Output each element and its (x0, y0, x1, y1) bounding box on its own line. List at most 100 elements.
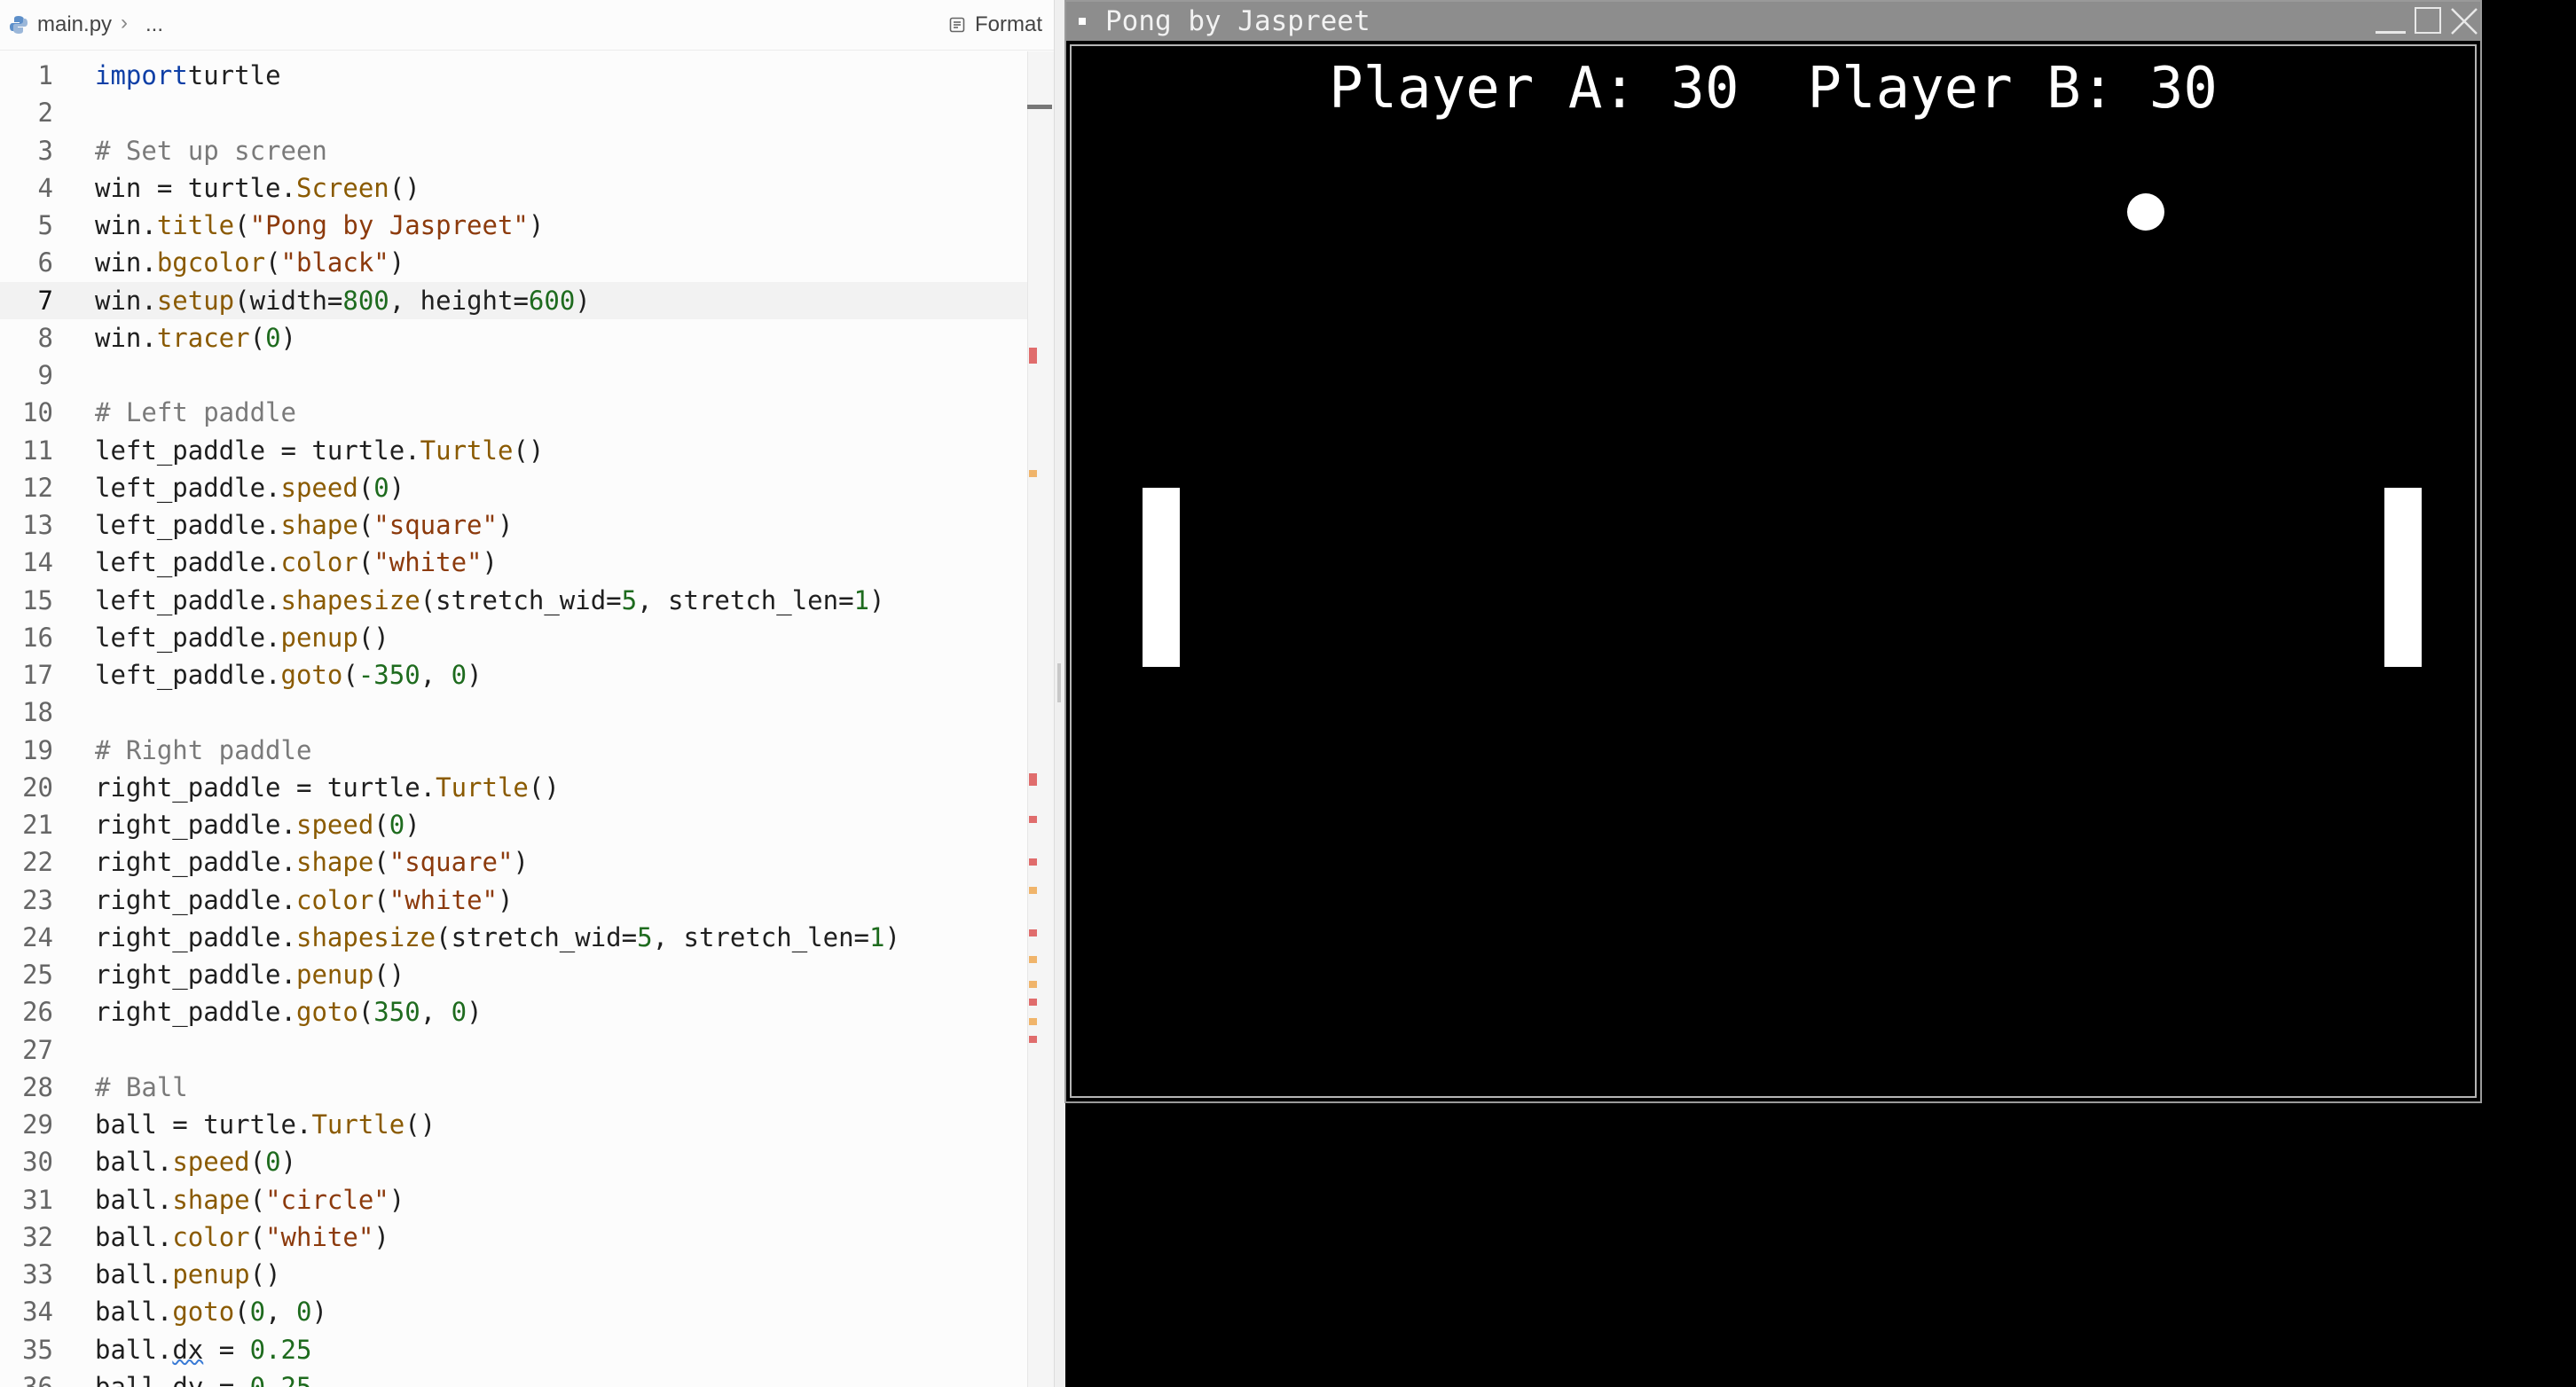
code-line[interactable]: 9 (0, 357, 1027, 394)
scroll-thumb[interactable] (1027, 105, 1052, 109)
line-number[interactable]: 34 (0, 1293, 53, 1330)
code-line[interactable]: 3 # Set up screen (0, 132, 1027, 169)
code-token: dy (172, 1371, 204, 1387)
code-line[interactable]: 25 right_paddle.penup() (0, 956, 1027, 993)
line-number[interactable]: 10 (0, 394, 53, 431)
line-number[interactable]: 24 (0, 919, 53, 956)
window-menu-icon[interactable] (1079, 18, 1086, 25)
line-number[interactable]: 18 (0, 694, 53, 731)
editor-scrollbar[interactable] (1027, 51, 1054, 1387)
line-number[interactable]: 1 (0, 57, 53, 94)
line-number[interactable]: 32 (0, 1219, 53, 1256)
line-number[interactable]: 7 (0, 282, 53, 319)
line-number[interactable]: 16 (0, 619, 53, 656)
line-number[interactable]: 4 (0, 169, 53, 207)
code-line[interactable]: 15 left_paddle.shapesize(stretch_wid=5, s… (0, 582, 1027, 619)
code-token: right_paddle. (95, 960, 296, 990)
line-number[interactable]: 11 (0, 432, 53, 469)
line-number[interactable]: 2 (0, 94, 53, 131)
line-number[interactable]: 33 (0, 1256, 53, 1293)
maximize-button[interactable] (2415, 7, 2441, 34)
minimize-button[interactable] (2376, 9, 2406, 35)
code-line[interactable]: 35 ball.dx = 0.25 (0, 1331, 1027, 1368)
code-line[interactable]: 14 left_paddle.color("white") (0, 544, 1027, 581)
line-number[interactable]: 26 (0, 993, 53, 1030)
line-number[interactable]: 5 (0, 207, 53, 244)
line-number[interactable]: 29 (0, 1106, 53, 1143)
code-line[interactable]: 12 left_paddle.speed(0) (0, 469, 1027, 506)
file-name[interactable]: main.py (37, 12, 112, 37)
code-line[interactable]: 31 ball.shape("circle") (0, 1181, 1027, 1219)
line-number[interactable]: 8 (0, 319, 53, 357)
code-line[interactable]: 10 # Left paddle (0, 394, 1027, 431)
line-number[interactable]: 25 (0, 956, 53, 993)
line-number[interactable]: 27 (0, 1031, 53, 1069)
line-number[interactable]: 13 (0, 506, 53, 544)
code-line[interactable]: 1 importturtle (0, 57, 1027, 94)
line-number[interactable]: 17 (0, 656, 53, 694)
code-line[interactable]: 8 win.tracer(0) (0, 319, 1027, 357)
code-line[interactable]: 24 right_paddle.shapesize(stretch_wid=5, … (0, 919, 1027, 956)
line-number[interactable]: 9 (0, 357, 53, 394)
line-number[interactable]: 30 (0, 1143, 53, 1180)
line-number[interactable]: 31 (0, 1181, 53, 1219)
code-token: ( (342, 660, 358, 690)
line-number[interactable]: 19 (0, 732, 53, 769)
code-line[interactable]: 5 win.title("Pong by Jaspreet") (0, 207, 1027, 244)
code-line[interactable]: 30 ball.speed(0) (0, 1143, 1027, 1180)
window-titlebar[interactable]: Pong by Jaspreet (1066, 2, 2480, 41)
breadcrumb-more[interactable]: ... (145, 12, 163, 37)
line-number[interactable]: 14 (0, 544, 53, 581)
code-line[interactable]: 16 left_paddle.penup() (0, 619, 1027, 656)
line-number[interactable]: 3 (0, 132, 53, 169)
format-button[interactable]: Format (975, 12, 1042, 37)
code-line[interactable]: 17 left_paddle.goto(-350, 0) (0, 656, 1027, 694)
line-number[interactable]: 22 (0, 843, 53, 881)
line-number[interactable]: 21 (0, 806, 53, 843)
line-number[interactable]: 23 (0, 882, 53, 919)
code-line[interactable]: 6 win.bgcolor("black") (0, 244, 1027, 281)
line-code: ball.color("white") (95, 1219, 389, 1256)
code-line[interactable]: 29 ball = turtle.Turtle() (0, 1106, 1027, 1143)
code-token: 0.25 (249, 1334, 312, 1365)
code-line[interactable]: 23 right_paddle.color("white") (0, 882, 1027, 919)
code-line[interactable]: 36 ball.dy = 0.25 (0, 1368, 1027, 1387)
code-line[interactable]: 4 win = turtle.Screen() (0, 169, 1027, 207)
code-line[interactable]: 7 win.setup(width=800, height=600) (0, 281, 1027, 319)
code-line[interactable]: 32 ball.color("white") (0, 1219, 1027, 1256)
line-code: right_paddle.shapesize(stretch_wid=5, st… (95, 919, 900, 956)
code-line[interactable]: 28 # Ball (0, 1069, 1027, 1106)
code-line[interactable]: 20 right_paddle = turtle.Turtle() (0, 769, 1027, 806)
code-line[interactable]: 21 right_paddle.speed(0) (0, 806, 1027, 843)
code-line[interactable]: 34 ball.goto(0, 0) (0, 1293, 1027, 1330)
line-number[interactable]: 20 (0, 769, 53, 806)
line-number[interactable]: 15 (0, 582, 53, 619)
close-button[interactable] (2448, 5, 2480, 37)
code-lines[interactable]: 1 importturtle 2 3 # Set up screen 4 win = tur… (0, 57, 1027, 1387)
close-icon (2451, 8, 2478, 35)
splitter-handle[interactable] (1057, 663, 1061, 702)
line-number[interactable]: 6 (0, 244, 53, 281)
code-token: shapesize (295, 921, 436, 952)
format-document-icon[interactable] (949, 17, 965, 33)
code-line[interactable]: 33 ball.penup() (0, 1256, 1027, 1293)
code-line[interactable]: 19 # Right paddle (0, 732, 1027, 769)
code-token: right_paddle. (95, 921, 296, 952)
code-line[interactable]: 2 (0, 94, 1027, 131)
code-line[interactable]: 18 (0, 694, 1027, 731)
line-number[interactable]: 12 (0, 469, 53, 506)
code-line[interactable]: 13 left_paddle.shape("square") (0, 506, 1027, 544)
line-number[interactable]: 35 (0, 1331, 53, 1368)
line-number[interactable]: 28 (0, 1069, 53, 1106)
code-line[interactable]: 11 left_paddle = turtle.Turtle() (0, 432, 1027, 469)
code-line[interactable]: 26 right_paddle.goto(350, 0) (0, 993, 1027, 1030)
game-canvas[interactable]: Player A: 30 Player B: 30 (1070, 44, 2477, 1098)
code-token: () (373, 960, 405, 990)
code-token: right_paddle. (95, 847, 296, 878)
code-token: (width= (234, 285, 343, 316)
line-code: win.tracer(0) (95, 319, 296, 357)
code-line[interactable]: 22 right_paddle.shape("square") (0, 843, 1027, 881)
code-editor[interactable]: main.py › ... Format 1 importturtle 2 3 # Se… (0, 0, 1054, 1387)
line-number[interactable]: 36 (0, 1368, 53, 1387)
code-line[interactable]: 27 (0, 1031, 1027, 1069)
